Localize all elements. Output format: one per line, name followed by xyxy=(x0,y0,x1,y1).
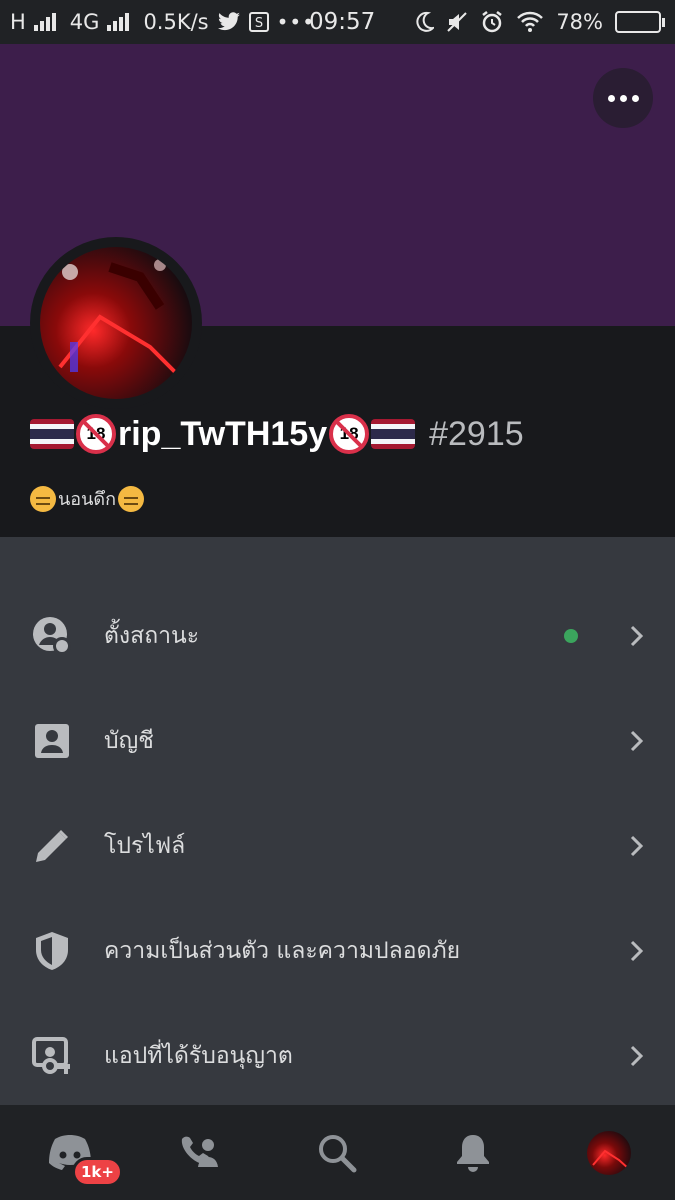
chevron-right-icon xyxy=(630,940,644,962)
network-speed: 0.5K/s xyxy=(143,10,209,34)
twitter-icon xyxy=(217,12,240,31)
sleeping-face-icon xyxy=(118,485,145,512)
settings-list: ตั้งสถานะ บัญชี โปรไฟล์ ความเป็นส่วนตัว … xyxy=(0,537,675,1105)
nav-search[interactable] xyxy=(312,1105,362,1200)
settings-item-authorized-apps[interactable]: แอปที่ได้รับอนุญาต xyxy=(0,1004,675,1108)
chevron-right-icon xyxy=(630,625,644,647)
network-label: 4G xyxy=(69,10,100,34)
status-left: H 4G 0.5K/s S ••• xyxy=(10,10,315,34)
profile-avatar[interactable] xyxy=(30,237,202,409)
pencil-icon xyxy=(32,826,72,866)
bell-icon xyxy=(457,1134,489,1172)
settings-item-account[interactable]: บัญชี xyxy=(0,689,675,793)
thai-flag-icon-2 xyxy=(371,419,416,449)
no-under-18-icon-2: 18 xyxy=(329,414,370,454)
nav-friends[interactable] xyxy=(175,1105,225,1200)
battery-percent: 78% xyxy=(556,10,603,34)
carrier-label: H xyxy=(10,10,26,34)
mute-icon xyxy=(447,12,468,32)
settings-item-label: โปรไฟล์ xyxy=(104,833,186,859)
settings-item-label: แอปที่ได้รับอนุญาต xyxy=(104,1043,293,1069)
custom-status[interactable]: นอนดึก xyxy=(30,484,145,513)
bottom-navigation: 1k+ xyxy=(0,1105,675,1200)
status-right: 78% xyxy=(414,10,665,34)
chevron-right-icon xyxy=(630,1045,644,1067)
clock: 09:57 xyxy=(309,9,376,35)
thai-flag-icon xyxy=(30,419,74,449)
nav-notifications[interactable] xyxy=(448,1105,498,1200)
chevron-right-icon xyxy=(630,730,644,752)
moon-icon xyxy=(416,11,435,32)
custom-status-text: นอนดึก xyxy=(58,489,117,510)
app-notification-icon: S xyxy=(248,12,269,32)
account-icon xyxy=(32,721,72,761)
settings-item-label: บัญชี xyxy=(104,728,154,754)
settings-item-profile[interactable]: โปรไฟล์ xyxy=(0,794,675,898)
sleepy-face-icon xyxy=(30,485,56,512)
svg-text:S: S xyxy=(254,16,262,31)
set-status-icon xyxy=(32,616,72,656)
discriminator: #2915 xyxy=(429,414,524,453)
chevron-right-icon xyxy=(630,835,644,857)
search-icon xyxy=(319,1134,357,1172)
settings-item-set-status[interactable]: ตั้งสถานะ xyxy=(0,584,675,688)
alarm-icon xyxy=(482,11,503,33)
nav-profile[interactable] xyxy=(584,1105,634,1200)
online-status-dot xyxy=(564,629,578,643)
username-line: 18 rip_TwTH15y 18 #2915 xyxy=(30,414,524,454)
status-bar: H 4G 0.5K/s S ••• 09:57 78% xyxy=(0,0,675,44)
settings-item-label: ตั้งสถานะ xyxy=(104,623,200,649)
notification-badge: 1k+ xyxy=(72,1157,123,1187)
signal-icon-2 xyxy=(107,13,130,31)
more-options-button[interactable] xyxy=(593,68,653,128)
authorized-apps-icon xyxy=(32,1036,72,1076)
no-under-18-icon: 18 xyxy=(76,414,116,454)
avatar-image xyxy=(40,247,192,399)
settings-item-privacy-safety[interactable]: ความเป็นส่วนตัว และความปลอดภัย xyxy=(0,899,675,1003)
battery-icon xyxy=(615,11,665,33)
wifi-icon xyxy=(517,11,544,32)
settings-item-label: ความเป็นส่วนตัว และความปลอดภัย xyxy=(104,938,461,964)
shield-icon xyxy=(32,931,72,971)
username: rip_TwTH15y xyxy=(118,414,328,453)
friends-icon xyxy=(181,1136,218,1167)
signal-icon xyxy=(33,13,56,31)
avatar xyxy=(587,1130,631,1175)
